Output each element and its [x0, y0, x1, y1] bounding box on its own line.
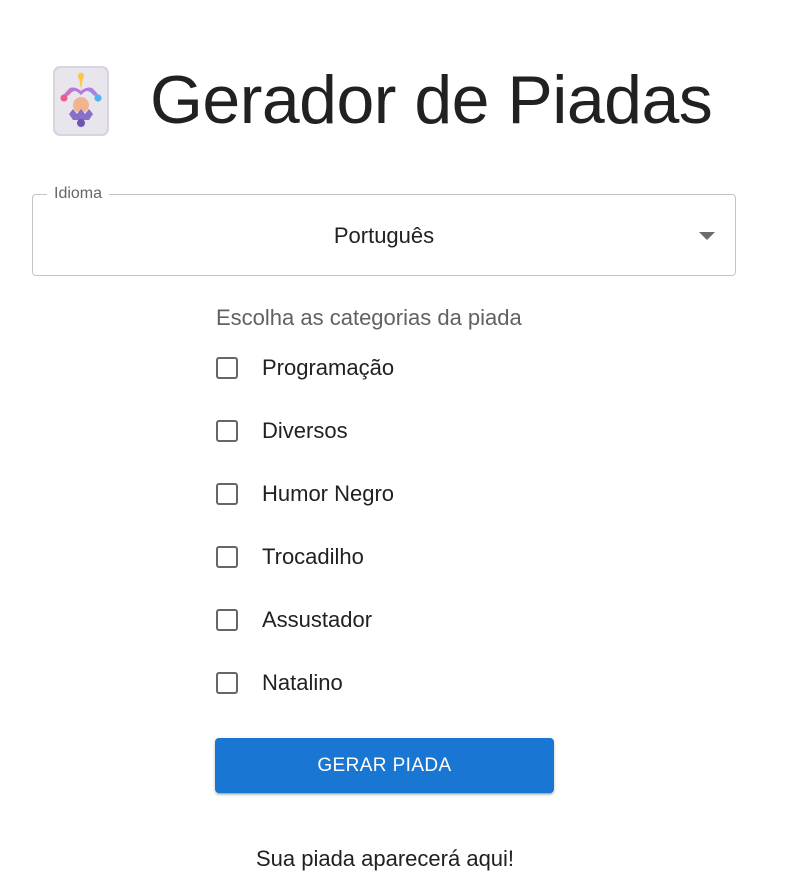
checkbox-icon[interactable] — [216, 545, 238, 568]
categories-heading: Escolha as categorias da piada — [216, 305, 522, 330]
checkbox-label: Natalino — [262, 669, 343, 695]
checkbox-label: Assustador — [262, 606, 373, 632]
joke-output: Sua piada aparecerá aqui! — [255, 846, 515, 871]
category-checkbox-natalino[interactable]: Natalino — [216, 651, 394, 714]
checkbox-icon[interactable] — [216, 482, 238, 505]
jester-icon — [53, 66, 109, 136]
checkbox-label: Programação — [262, 354, 395, 380]
language-select-value: Português — [333, 223, 435, 248]
category-checkbox-programacao[interactable]: Programação — [216, 336, 394, 399]
generate-joke-button[interactable]: GERAR PIADA — [215, 738, 554, 793]
page: Gerador de Piadas Idioma Português Escol… — [0, 0, 793, 886]
checkbox-icon[interactable] — [216, 356, 238, 379]
category-checkbox-trocadilho[interactable]: Trocadilho — [216, 525, 394, 588]
checkbox-icon[interactable] — [216, 671, 238, 694]
category-checkbox-humor-negro[interactable]: Humor Negro — [216, 462, 394, 525]
checkbox-icon[interactable] — [216, 419, 238, 442]
category-checkbox-assustador[interactable]: Assustador — [216, 588, 394, 651]
page-title: Gerador de Piadas — [150, 62, 713, 138]
checkbox-icon[interactable] — [216, 608, 238, 631]
language-select-label: Idioma — [47, 184, 110, 204]
checkbox-label: Trocadilho — [262, 543, 364, 569]
header: Gerador de Piadas — [52, 60, 713, 140]
language-select[interactable]: Idioma Português — [32, 184, 736, 276]
checkbox-label: Diversos — [262, 417, 348, 443]
category-checkbox-list: Programação Diversos Humor Negro Trocadi… — [216, 336, 394, 714]
category-checkbox-diversos[interactable]: Diversos — [216, 399, 394, 462]
dropdown-arrow-icon[interactable] — [699, 232, 715, 240]
checkbox-label: Humor Negro — [262, 480, 395, 506]
